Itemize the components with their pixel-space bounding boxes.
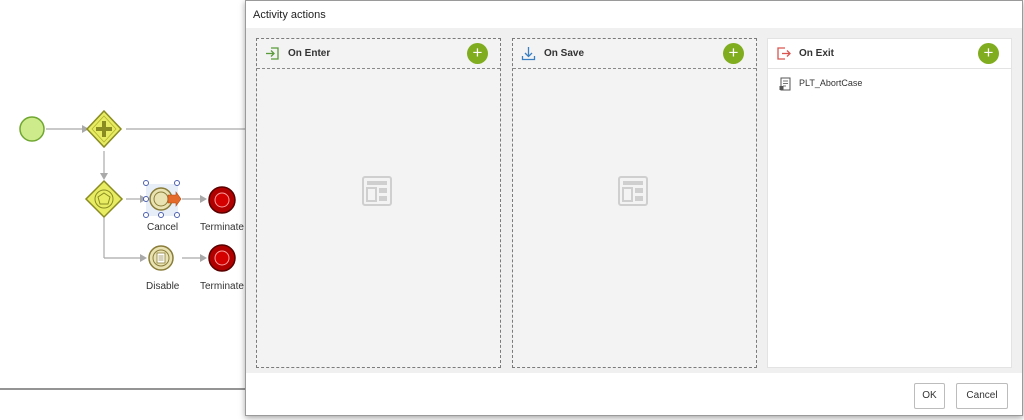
on-save-header: On Save +	[513, 39, 756, 69]
disable-task-icon	[148, 245, 174, 271]
cancel-task-label: Cancel	[147, 222, 179, 233]
terminate-label: Terminate	[200, 222, 244, 233]
save-download-icon	[521, 47, 536, 61]
dialog-footer: OK Cancel	[246, 373, 1022, 415]
empty-form-placeholder-icon	[362, 176, 392, 206]
rule-script-icon	[779, 77, 791, 91]
on-enter-title: On Enter	[288, 48, 331, 59]
enter-icon	[266, 47, 279, 60]
connectors	[0, 128, 245, 390]
cancel-button[interactable]: Cancel	[956, 383, 1008, 409]
exit-icon	[777, 47, 791, 60]
terminate-end-event-icon	[208, 244, 236, 272]
on-enter-header: On Enter +	[257, 39, 500, 69]
on-exit-header: On Exit +	[768, 39, 1011, 69]
terminate-label: Terminate	[200, 281, 244, 292]
on-save-title: On Save	[544, 48, 585, 59]
dialog-body: On Enter + On Save + On Exit + PLT_Abort…	[246, 28, 1022, 373]
event-gateway-icon	[84, 179, 124, 219]
on-enter-panel[interactable]: On Enter +	[256, 38, 501, 368]
activity-actions-dialog: Activity actions On Enter + On Save + On…	[245, 0, 1023, 416]
dialog-title: Activity actions	[253, 9, 326, 21]
cancel-task-icon	[143, 180, 182, 218]
add-on-enter-button[interactable]: +	[467, 43, 488, 64]
action-item-label: PLT_AbortCase	[799, 78, 863, 88]
add-on-save-button[interactable]: +	[723, 43, 744, 64]
parallel-gateway-icon	[85, 109, 123, 149]
on-exit-panel[interactable]: On Exit + PLT_AbortCase	[767, 38, 1012, 368]
disable-task-label: Disable	[146, 281, 180, 292]
start-event-icon	[19, 116, 45, 142]
empty-form-placeholder-icon	[618, 176, 648, 206]
ok-button[interactable]: OK	[914, 383, 945, 409]
on-exit-title: On Exit	[799, 48, 835, 59]
on-save-panel[interactable]: On Save +	[512, 38, 757, 368]
terminate-end-event-icon	[208, 186, 236, 214]
add-on-exit-button[interactable]: +	[978, 43, 999, 64]
